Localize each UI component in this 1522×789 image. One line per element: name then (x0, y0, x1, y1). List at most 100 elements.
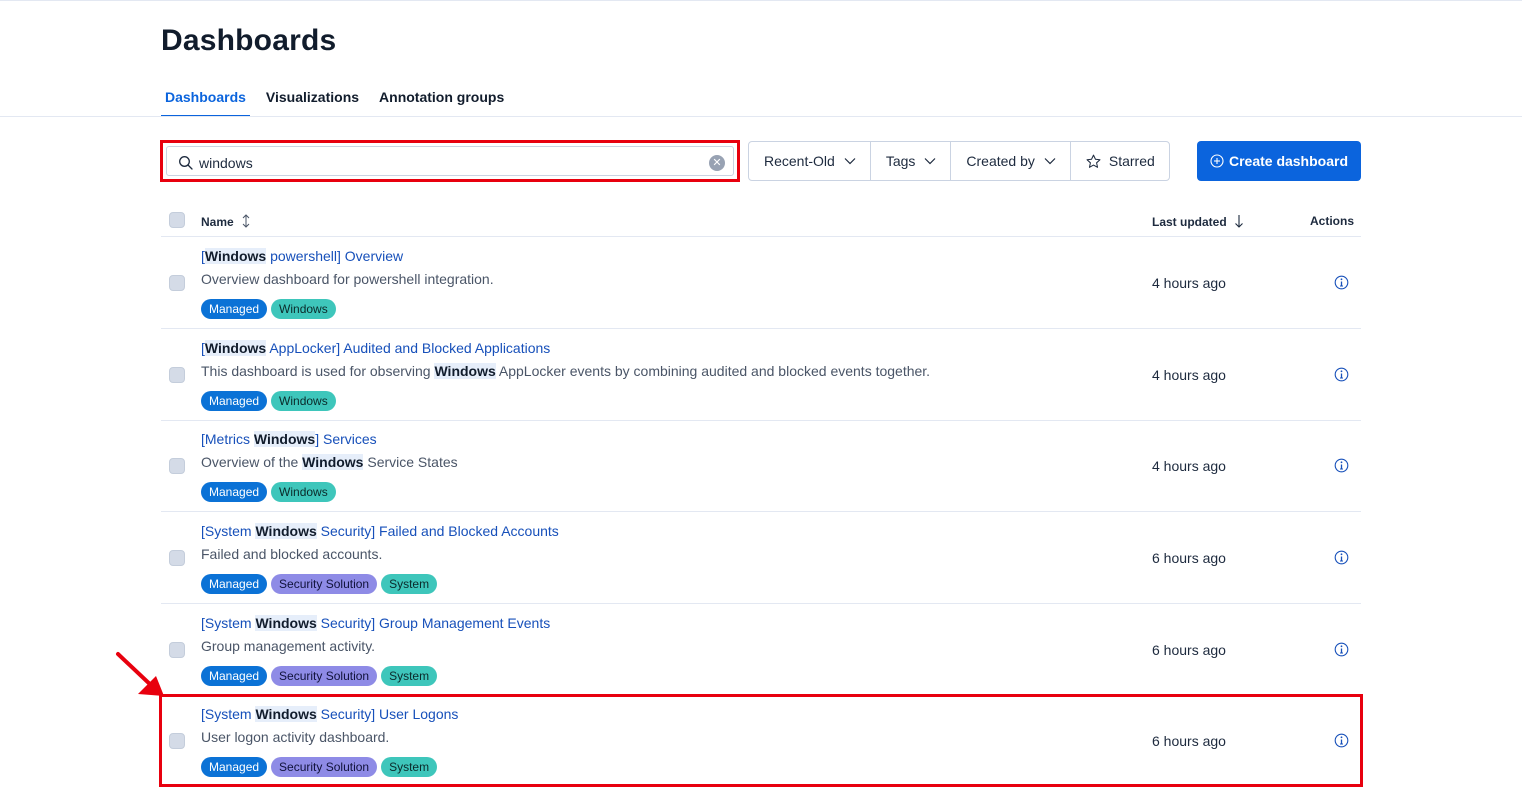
tag-list: Managed Security Solution System (201, 666, 441, 686)
desc-prefix: Overview dashboard for powershell integr… (201, 271, 494, 287)
title-prefix: [System (201, 615, 256, 631)
column-updated-label: Last updated (1152, 215, 1227, 229)
sort-descending-icon (1235, 215, 1243, 228)
tag-badge[interactable]: Managed (201, 391, 268, 411)
search-icon (179, 156, 193, 170)
title-suffix: Security] Failed and Blocked Accounts (316, 523, 559, 539)
tab-dashboards[interactable]: Dashboards (161, 86, 250, 117)
title-highlight: Windows (255, 523, 317, 539)
search-field[interactable]: ✕ (166, 146, 734, 176)
sort-dropdown[interactable]: Recent-Old (749, 142, 871, 180)
dashboard-description: Overview of the Windows Service States (201, 454, 458, 470)
tags-label: Tags (885, 153, 916, 169)
table-row: [Windows powershell] Overview Overview d… (161, 237, 1361, 329)
dashboard-description: Group management activity. (201, 638, 375, 654)
tag-badge[interactable]: System (381, 574, 438, 594)
info-icon[interactable] (1334, 550, 1349, 565)
select-all-checkbox[interactable] (169, 212, 185, 228)
table-row: [Windows AppLocker] Audited and Blocked … (161, 329, 1361, 421)
tag-list: Managed Windows (201, 391, 340, 411)
table-row: [Metrics Windows] Services Overview of t… (161, 420, 1361, 512)
tag-badge[interactable]: Managed (201, 299, 268, 319)
tag-badge[interactable]: Security Solution (271, 757, 378, 777)
desc-suffix: AppLocker events by combining audited an… (495, 363, 931, 379)
tag-badge[interactable]: Windows (271, 391, 336, 411)
tag-badge[interactable]: System (381, 757, 438, 777)
top-border (0, 0, 1522, 1)
tag-badge[interactable]: Security Solution (271, 666, 378, 686)
chevron-down-icon (924, 158, 936, 165)
last-updated-value: 4 hours ago (1152, 275, 1226, 291)
sort-label: Recent-Old (764, 153, 835, 169)
desc-prefix: User logon activity dashboard. (201, 729, 390, 745)
tags-dropdown[interactable]: Tags (871, 142, 952, 180)
created-by-label: Created by (966, 153, 1035, 169)
tab-visualizations[interactable]: Visualizations (262, 86, 363, 117)
tag-list: Managed Security Solution System (201, 574, 441, 594)
tab-bar: Dashboards Visualizations Annotation gro… (161, 86, 520, 117)
title-highlight: Windows (255, 615, 317, 631)
create-dashboard-button[interactable]: Create dashboard (1197, 141, 1361, 181)
row-checkbox[interactable] (169, 550, 185, 566)
search-input[interactable] (199, 153, 669, 173)
tag-badge[interactable]: Managed (201, 757, 268, 777)
title-highlight: Windows (255, 706, 317, 722)
row-checkbox[interactable] (169, 367, 185, 383)
info-icon[interactable] (1334, 642, 1349, 657)
tag-badge[interactable]: Windows (271, 299, 336, 319)
title-suffix: Security] Group Management Events (316, 615, 551, 631)
dashboard-title-link[interactable]: [Metrics Windows] Services (201, 431, 377, 447)
starred-label: Starred (1108, 153, 1155, 169)
column-name-label: Name (201, 215, 234, 229)
tab-annotation-groups[interactable]: Annotation groups (375, 86, 508, 117)
info-icon[interactable] (1334, 733, 1349, 748)
column-header-name[interactable]: Name (201, 214, 251, 229)
desc-highlight: Windows (302, 454, 364, 470)
title-prefix: [System (201, 706, 256, 722)
tag-badge[interactable]: Windows (271, 482, 336, 502)
dashboard-title-link[interactable]: [System Windows Security] User Logons (201, 706, 458, 722)
tag-list: Managed Security Solution System (201, 757, 441, 777)
info-icon[interactable] (1334, 367, 1349, 382)
tag-badge[interactable]: Security Solution (271, 574, 378, 594)
info-icon[interactable] (1334, 458, 1349, 473)
desc-prefix: This dashboard is used for observing (201, 363, 435, 379)
last-updated-value: 6 hours ago (1152, 642, 1226, 658)
column-header-actions: Actions (1310, 214, 1355, 228)
desc-highlight: Windows (434, 363, 496, 379)
table-header: Name Last updated Actions (161, 204, 1361, 237)
created-by-dropdown[interactable]: Created by (951, 142, 1071, 180)
dashboard-title-link[interactable]: [System Windows Security] Group Manageme… (201, 615, 550, 631)
row-checkbox[interactable] (169, 733, 185, 749)
dashboard-title-link[interactable]: [Windows AppLocker] Audited and Blocked … (201, 340, 550, 356)
desc-prefix: Failed and blocked accounts. (201, 546, 383, 562)
title-suffix: powershell] Overview (266, 248, 404, 264)
starred-filter-button[interactable]: Starred (1071, 142, 1169, 180)
filter-group: Recent-Old Tags Created by Starred (748, 141, 1170, 181)
desc-prefix: Group management activity. (201, 638, 376, 654)
create-dashboard-label: Create dashboard (1228, 153, 1349, 169)
title-highlight: Windows (253, 431, 316, 447)
title-highlight: Windows (204, 248, 267, 264)
title-suffix: ] Services (315, 431, 377, 447)
search-highlight-box: ✕ (160, 140, 740, 182)
tag-list: Managed Windows (201, 482, 340, 502)
clear-icon[interactable]: ✕ (709, 155, 725, 171)
table-row: [System Windows Security] User Logons Us… (161, 695, 1361, 787)
tag-badge[interactable]: Managed (201, 482, 268, 502)
row-checkbox[interactable] (169, 275, 185, 291)
info-icon[interactable] (1334, 275, 1349, 290)
tag-badge[interactable]: Managed (201, 574, 268, 594)
table-row: [System Windows Security] Group Manageme… (161, 604, 1361, 696)
dashboard-title-link[interactable]: [Windows powershell] Overview (201, 248, 403, 264)
column-header-last-updated[interactable]: Last updated (1152, 214, 1244, 229)
row-checkbox[interactable] (169, 642, 185, 658)
last-updated-value: 4 hours ago (1152, 458, 1226, 474)
row-checkbox[interactable] (169, 458, 185, 474)
tag-badge[interactable]: System (381, 666, 438, 686)
title-highlight: Windows (204, 340, 267, 356)
title-prefix: [System (201, 523, 256, 539)
dashboard-title-link[interactable]: [System Windows Security] Failed and Blo… (201, 523, 559, 539)
chevron-down-icon (1044, 158, 1056, 165)
tag-badge[interactable]: Managed (201, 666, 268, 686)
